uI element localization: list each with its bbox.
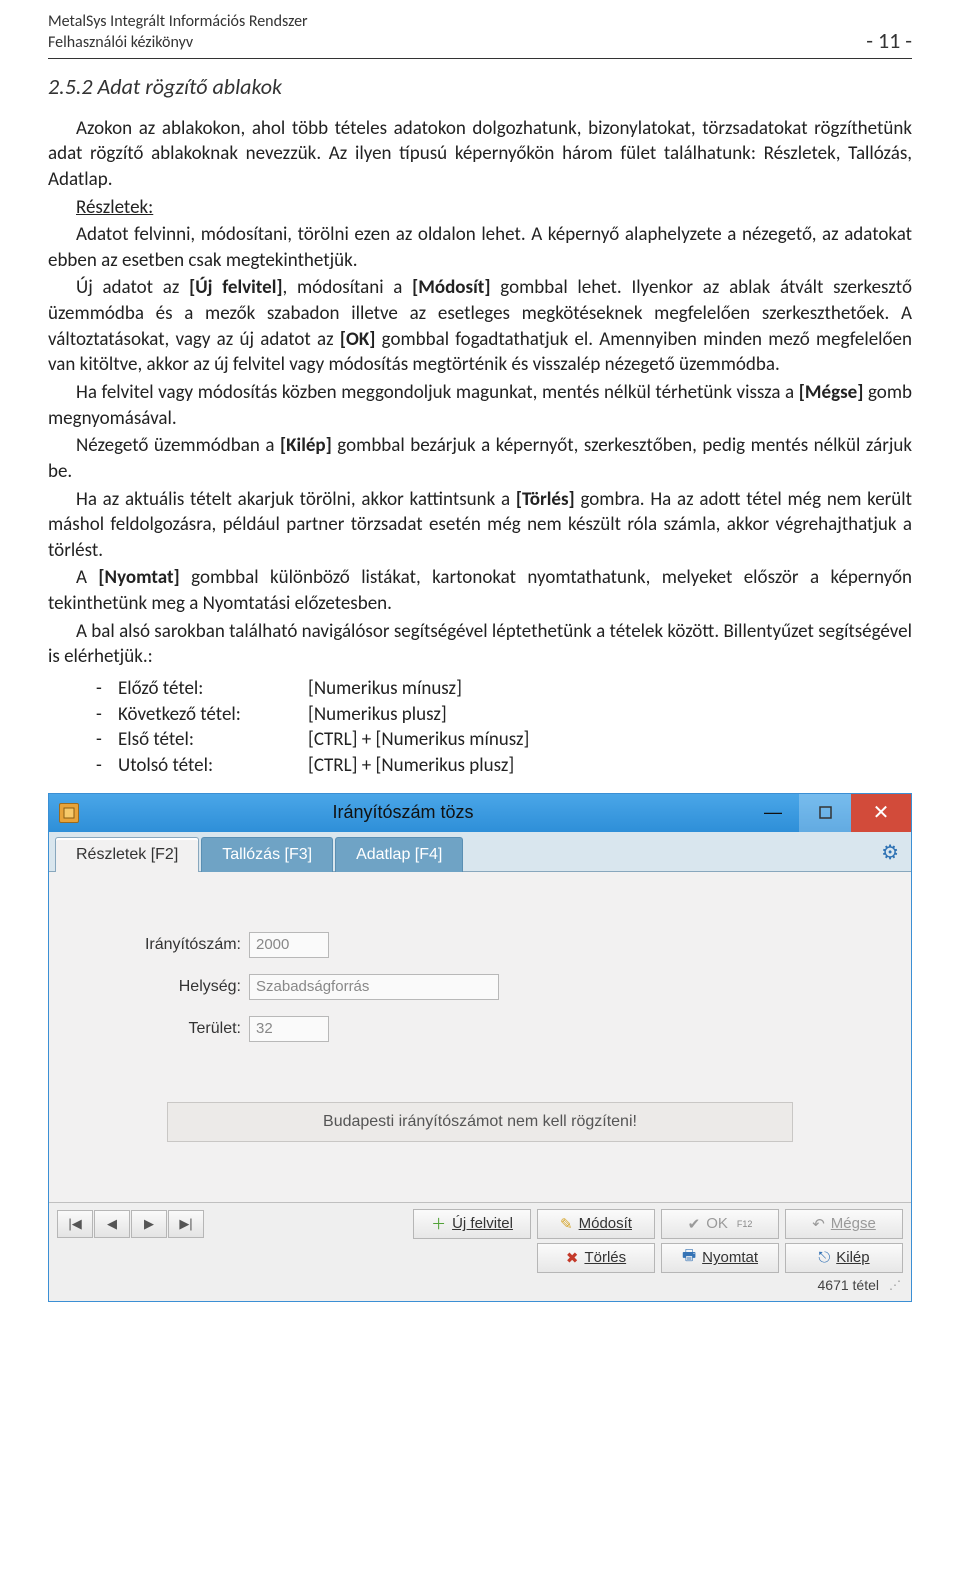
kilep-button[interactable]: ⎋ Kilép xyxy=(785,1243,903,1273)
section-title: 2.5.2 Adat rögzítő ablakok xyxy=(48,73,912,100)
paragraph-8: A bal alsó sarokban található navigálóso… xyxy=(48,619,912,670)
nav-first-button[interactable]: |◀ xyxy=(57,1210,93,1238)
app-window: Irányítószám tözs — ✕ Részletek [F2] Tal… xyxy=(48,793,912,1302)
exit-icon: ⎋ xyxy=(818,1249,830,1266)
window-title: Irányítószám tözs xyxy=(59,802,747,823)
kilep-label: Kilép xyxy=(836,1249,869,1266)
window-titlebar[interactable]: Irányítószám tözs — ✕ xyxy=(49,794,911,832)
modosit-button[interactable]: ✎ Módosít xyxy=(537,1209,655,1239)
minimize-button[interactable]: — xyxy=(747,794,799,832)
tab-reszletek[interactable]: Részletek [F2] xyxy=(55,837,199,872)
doc-title-line2: Felhasználói kézikönyv xyxy=(48,33,308,54)
gear-icon[interactable]: ⚙ xyxy=(881,840,899,865)
status-message: Budapesti irányítószámot nem kell rögzít… xyxy=(167,1102,793,1142)
paragraph-2: Adatot felvinni, módosítani, törölni eze… xyxy=(48,222,912,273)
record-count: 4671 tétel xyxy=(818,1277,880,1293)
record-navigator: |◀ ◀ ▶ ▶| xyxy=(57,1210,204,1238)
form-area: Irányítószám: Helység: Terület: Budapest… xyxy=(49,872,911,1202)
megse-label: Mégse xyxy=(831,1215,876,1232)
plus-icon: ＋ xyxy=(431,1213,446,1234)
kb-row: - Előző tétel: [Numerikus mínusz] xyxy=(96,676,912,702)
torles-label: Törlés xyxy=(584,1249,626,1266)
paragraph-3: Új adatot az [Új felvitel], módosítani a… xyxy=(48,275,912,378)
check-icon: ✔ xyxy=(688,1215,701,1233)
page-number: - 11 - xyxy=(866,27,912,54)
paragraph-4: Ha felvitel vagy módosítás közben meggon… xyxy=(48,380,912,431)
body-text: Azokon az ablakokon, ahol több tételes a… xyxy=(48,116,912,670)
keyboard-shortcut-list: - Előző tétel: [Numerikus mínusz] - Köve… xyxy=(48,676,912,779)
resize-grip[interactable]: ⋰ xyxy=(889,1278,899,1292)
tabstrip: Részletek [F2] Tallózás [F3] Adatlap [F4… xyxy=(49,832,911,872)
paragraph-5: Nézegető üzemmódban a [Kilép] gombbal be… xyxy=(48,433,912,484)
close-button[interactable]: ✕ xyxy=(851,794,911,832)
helyseg-input[interactable] xyxy=(249,974,499,1000)
terulet-input[interactable] xyxy=(249,1016,329,1042)
printer-icon: 🖶 xyxy=(682,1245,696,1270)
reszletek-label: Részletek: xyxy=(76,196,153,219)
uj-felvitel-label: Új felvitel xyxy=(452,1215,513,1232)
doc-title-line1: MetalSys Integrált Információs Rendszer xyxy=(48,12,308,33)
tab-tallozas[interactable]: Tallózás [F3] xyxy=(201,837,333,872)
iranyitoszam-label: Irányítószám: xyxy=(79,936,249,954)
helyseg-label: Helység: xyxy=(79,978,249,996)
undo-icon: ↶ xyxy=(812,1215,825,1233)
ok-shortcut: F12 xyxy=(737,1219,753,1229)
kb-row: - Első tétel: [CTRL] + [Numerikus mínusz… xyxy=(96,727,912,753)
torles-button[interactable]: ✖ Törlés xyxy=(537,1243,655,1273)
nyomtat-label: Nyomtat xyxy=(702,1249,758,1266)
ok-label: OK xyxy=(706,1215,728,1232)
modosit-label: Módosít xyxy=(579,1215,632,1232)
nav-last-button[interactable]: ▶| xyxy=(168,1210,204,1238)
uj-felvitel-button[interactable]: ＋ Új felvitel xyxy=(413,1209,531,1239)
terulet-label: Terület: xyxy=(79,1020,249,1038)
nav-next-button[interactable]: ▶ xyxy=(131,1210,167,1238)
paragraph-1: Azokon az ablakokon, ahol több tételes a… xyxy=(48,116,912,193)
toolbar: |◀ ◀ ▶ ▶| ＋ Új felvitel ✎ Módosít ✔ OK F… xyxy=(49,1202,911,1301)
kb-row: - Következő tétel: [Numerikus plusz] xyxy=(96,702,912,728)
kb-row: - Utolsó tétel: [CTRL] + [Numerikus plus… xyxy=(96,753,912,779)
document-header: MetalSys Integrált Információs Rendszer … xyxy=(48,12,912,59)
iranyitoszam-input[interactable] xyxy=(249,932,329,958)
nyomtat-button[interactable]: 🖶 Nyomtat xyxy=(661,1243,779,1273)
pencil-icon: ✎ xyxy=(560,1215,573,1233)
megse-button[interactable]: ↶ Mégse xyxy=(785,1209,903,1239)
delete-icon: ✖ xyxy=(566,1249,579,1267)
ok-button[interactable]: ✔ OK F12 xyxy=(661,1209,779,1239)
paragraph-6: Ha az aktuális tételt akarjuk törölni, a… xyxy=(48,487,912,564)
nav-prev-button[interactable]: ◀ xyxy=(94,1210,130,1238)
paragraph-7: A [Nyomtat] gombbal különböző listákat, … xyxy=(48,565,912,616)
maximize-button[interactable] xyxy=(799,794,851,832)
tab-adatlap[interactable]: Adatlap [F4] xyxy=(335,837,463,872)
